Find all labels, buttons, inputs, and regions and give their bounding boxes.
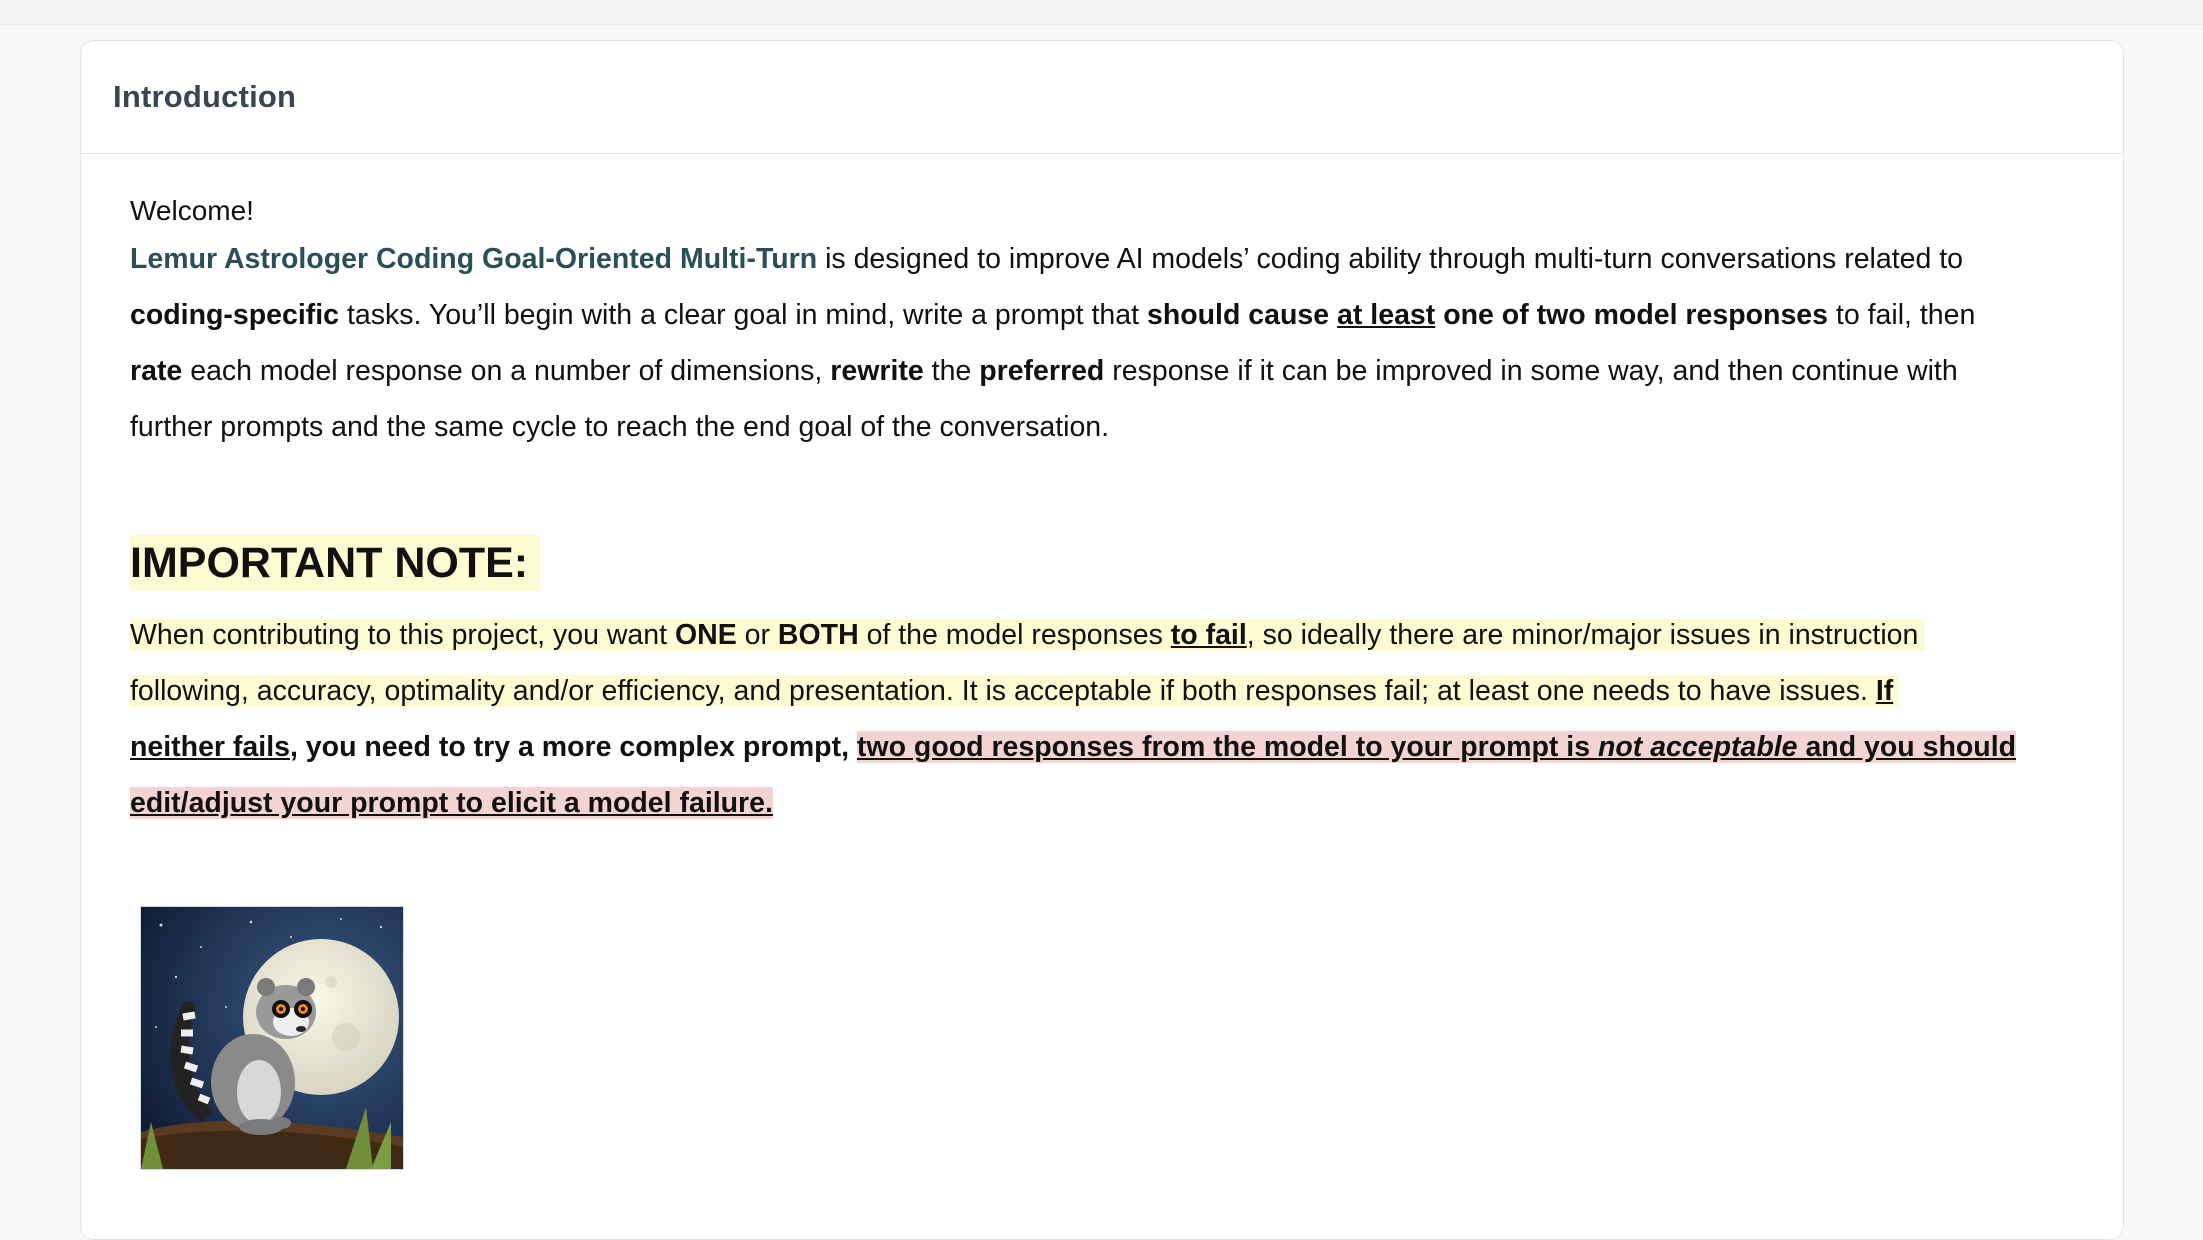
note-bold-underline: If (1875, 675, 1894, 707)
red-highlight: edit/adjust your prompt to elicit a mode… (130, 787, 773, 819)
note-line-2: following, accuracy, optimality and/or e… (130, 663, 2120, 719)
note-bold: , you need to try a more complex prompt, (289, 731, 857, 763)
intro-bold: preferred (979, 355, 1105, 387)
intro-text: each model response on a number of dimen… (182, 355, 831, 387)
introduction-card: Introduction Welcome! Lemur Astrologer C… (80, 40, 2124, 1240)
lemur-illustration (141, 907, 403, 1169)
intro-bold: rate (130, 355, 183, 387)
note-text: of the model responses (858, 619, 1171, 651)
yellow-highlight: following, accuracy, optimality and/or e… (130, 675, 1900, 707)
intro-line-2: coding-specific tasks. You’ll begin with… (130, 287, 2120, 343)
intro-line-1: Lemur Astrologer Coding Goal-Oriented Mu… (130, 231, 2120, 287)
intro-text: to fail, then (1828, 299, 1976, 331)
important-note-paragraph: When contributing to this project, you w… (130, 607, 2120, 831)
intro-line-3: rate each model response on a number of … (130, 343, 2120, 399)
card-header: Introduction (81, 41, 2123, 154)
note-bold-underline: neither fails (130, 731, 290, 763)
note-warning-italic: not acceptable (1597, 731, 1798, 763)
welcome-text: Welcome! (130, 195, 254, 226)
intro-paragraph: Lemur Astrologer Coding Goal-Oriented Mu… (130, 231, 2120, 455)
project-name-link[interactable]: Lemur Astrologer Coding Goal-Oriented Mu… (130, 243, 817, 275)
note-text: When contributing to this project, you w… (130, 619, 675, 651)
note-bold: ONE (674, 619, 737, 651)
note-warning-text: two good responses from the model to you… (856, 731, 1598, 763)
top-bar (0, 0, 2203, 25)
intro-bold-underline: at least (1337, 299, 1436, 331)
note-text: or (736, 619, 778, 651)
intro-text: is designed to improve AI models’ coding… (817, 243, 1964, 275)
intro-text: tasks. You’ll begin with a clear goal in… (339, 299, 1147, 331)
intro-text: response if it can be improved in some w… (1104, 355, 1958, 387)
intro-bold: coding-specific (130, 299, 340, 331)
intro-bold: should cause (1146, 299, 1338, 331)
card-title: Introduction (113, 79, 297, 114)
note-line-1: When contributing to this project, you w… (130, 607, 2120, 663)
note-warning-text: and you should (1797, 731, 2017, 763)
intro-line-4: further prompts and the same cycle to re… (130, 411, 1110, 443)
lemur-moon-image (140, 906, 404, 1170)
note-text: , so ideally there are minor/major issue… (1246, 619, 1919, 651)
yellow-highlight: When contributing to this project, you w… (130, 619, 1925, 651)
card-body: Welcome! Lemur Astrologer Coding Goal-Or… (130, 191, 2120, 1170)
note-bold-underline: to fail (1170, 619, 1247, 651)
note-line-4: edit/adjust your prompt to elicit a mode… (130, 775, 2120, 831)
red-highlight: two good responses from the model to you… (856, 731, 2017, 763)
intro-bold: rewrite (830, 355, 924, 387)
note-text: following, accuracy, optimality and/or e… (130, 675, 1876, 707)
important-note-heading: IMPORTANT NOTE: (130, 535, 541, 591)
intro-bold: one of two model responses (1435, 299, 1829, 331)
note-bold: BOTH (777, 619, 859, 651)
intro-text: the (923, 355, 980, 387)
note-line-3: neither fails, you need to try a more co… (130, 719, 2120, 775)
